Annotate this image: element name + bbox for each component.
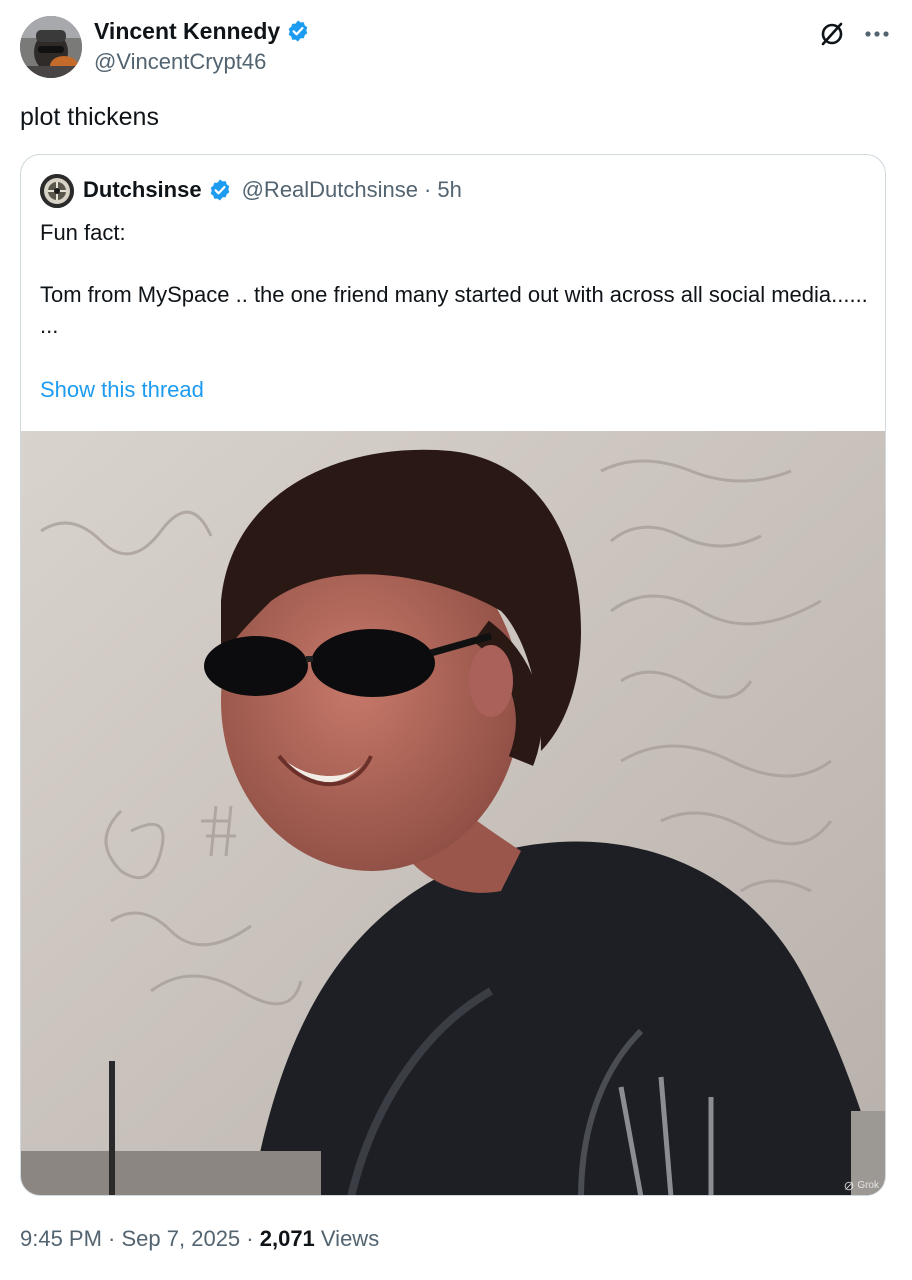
- author-handle[interactable]: @VincentCrypt46: [94, 48, 266, 76]
- tweet-actions-top: [818, 20, 890, 48]
- show-thread-link[interactable]: Show this thread: [40, 375, 204, 405]
- quoted-line-3: ...: [40, 313, 59, 338]
- quoted-separator: ·: [424, 177, 432, 202]
- quoted-line-2: Tom from MySpace .. the one friend many …: [40, 282, 868, 307]
- quoted-avatar-image: [40, 174, 74, 208]
- quoted-line-1: Fun fact:: [40, 220, 126, 245]
- author-name[interactable]: Vincent Kennedy: [94, 16, 280, 46]
- grok-badge-label: Grok: [857, 1180, 879, 1191]
- more-options-icon[interactable]: [864, 30, 890, 38]
- author-name-row[interactable]: Vincent Kennedy: [94, 16, 310, 46]
- views-count: 2,071: [259, 1226, 315, 1251]
- quoted-tweet-card[interactable]: Dutchsinse @RealDutchsinse · 5h Fun fact…: [20, 154, 886, 1196]
- quoted-photo[interactable]: Grok: [21, 431, 885, 1195]
- post-time[interactable]: 9:45 PM: [20, 1226, 102, 1251]
- quoted-author-handle[interactable]: @RealDutchsinse: [242, 175, 418, 205]
- meta-separator: ·: [101, 1226, 122, 1251]
- photo-man-in-sunglasses: [21, 431, 885, 1195]
- quoted-author-avatar[interactable]: [40, 174, 74, 208]
- tweet-text: plot thickens: [20, 103, 159, 131]
- post-date[interactable]: Sep 7, 2025: [122, 1226, 241, 1251]
- quoted-text: Fun fact: Tom from MySpace .. the one fr…: [40, 217, 870, 340]
- author-avatar[interactable]: [20, 16, 82, 78]
- views-label: Views: [314, 1226, 380, 1251]
- meta-separator: ·: [240, 1226, 260, 1251]
- quoted-author-name[interactable]: Dutchsinse: [83, 175, 202, 205]
- verified-badge-icon: [288, 20, 308, 42]
- grok-image-badge: Grok: [844, 1180, 879, 1191]
- tweet-metadata: 9:45 PM · Sep 7, 2025 · 2,071 Views: [20, 1224, 379, 1254]
- quoted-header: Dutchsinse @RealDutchsinse · 5h: [83, 175, 462, 205]
- avatar-image: [20, 16, 82, 78]
- quoted-timestamp[interactable]: 5h: [437, 175, 461, 205]
- grok-logo-icon: [845, 1181, 854, 1190]
- verified-badge-icon: [210, 179, 229, 201]
- grok-slash-icon[interactable]: [818, 20, 846, 48]
